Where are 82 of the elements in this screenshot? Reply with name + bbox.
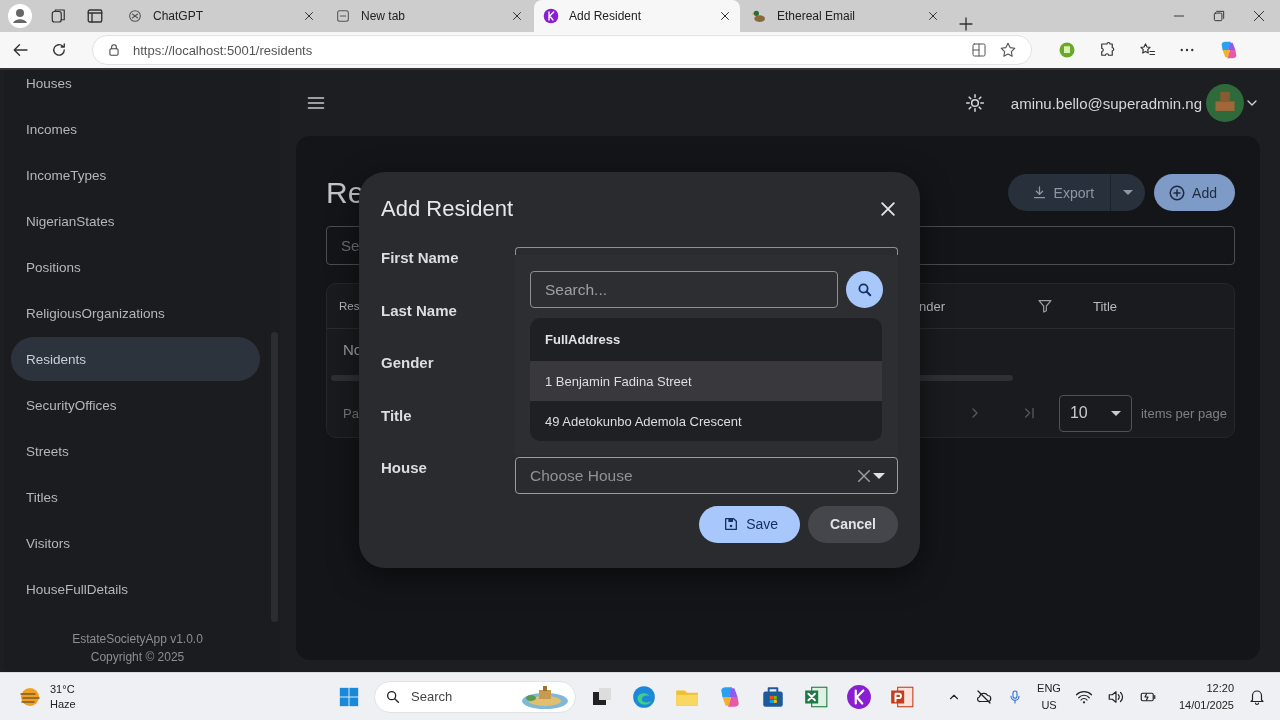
dropdown-option[interactable]: 49 Adetokunbo Ademola Crescent (530, 401, 882, 441)
close-icon[interactable] (878, 199, 898, 219)
refresh-icon[interactable] (50, 41, 68, 59)
weather-condition: Haze (50, 696, 76, 712)
sidebar-item[interactable]: SecurityOffices (11, 382, 260, 428)
star-icon[interactable] (999, 41, 1017, 59)
caret-icon (1123, 190, 1134, 195)
browser-tab[interactable]: New tab (326, 0, 532, 32)
sun-icon[interactable] (964, 93, 985, 113)
house-select[interactable]: Choose House (515, 457, 898, 494)
address-bar[interactable]: https://localhost:5001/residents (92, 35, 1032, 65)
app-logo-icon (543, 8, 559, 24)
field-label: Title (381, 405, 413, 426)
column-header[interactable]: Title (1093, 298, 1118, 314)
edge-icon[interactable] (631, 683, 657, 710)
page-icon (335, 8, 351, 24)
duck-icon (751, 8, 767, 24)
field-label: Last Name (381, 300, 458, 321)
close-icon[interactable] (511, 10, 523, 22)
sidebar-item[interactable]: NigerianStates (11, 198, 260, 244)
sidebar-item[interactable]: Positions (11, 244, 260, 290)
browser-tab[interactable]: ChatGPT (118, 0, 324, 32)
filter-icon[interactable] (1037, 298, 1053, 314)
temperature: 31°C (50, 681, 76, 697)
app-logo-icon[interactable] (846, 683, 872, 710)
sidebar-item[interactable]: Streets (11, 428, 260, 474)
tab-actions-icon[interactable] (86, 7, 104, 25)
page-size-label: items per page (1140, 405, 1227, 421)
split-screen-icon[interactable] (971, 42, 987, 58)
avatar-icon[interactable] (1206, 84, 1244, 122)
browser-tab[interactable]: Add Resident (534, 0, 740, 32)
chat-logo-icon (127, 8, 143, 24)
restore-icon[interactable] (1212, 9, 1226, 23)
column-header[interactable]: nder (919, 298, 1037, 314)
field-label: House (381, 458, 428, 478)
cancel-button[interactable]: Cancel (808, 505, 898, 543)
close-icon[interactable] (303, 10, 315, 22)
save-icon (723, 516, 740, 532)
profile-icon[interactable] (8, 4, 32, 28)
dropdown-option[interactable]: 1 Benjamin Fadina Street (530, 361, 882, 401)
clock[interactable]: 12:20 14/01/2025 (1178, 679, 1234, 714)
puzzle-icon[interactable] (1098, 41, 1116, 59)
field-label: Gender (381, 353, 435, 373)
language-indicator[interactable]: ENG US (1037, 679, 1061, 714)
sidebar-item[interactable]: HouseFullDetails (11, 566, 260, 612)
pager-text: Pa (343, 405, 359, 421)
add-button[interactable]: Add (1154, 174, 1235, 211)
search-icon (385, 688, 401, 705)
footer-text: EstateSocietyApp v1.0.0 (71, 631, 204, 648)
caret-icon (873, 472, 885, 479)
search-field[interactable]: Search... (530, 271, 839, 308)
sidebar-item[interactable]: Titles (11, 474, 260, 520)
sidebar-item[interactable]: Incomes (11, 106, 260, 152)
close-icon[interactable] (1252, 9, 1266, 23)
browser-tab[interactable]: Ethereal Email (742, 0, 948, 32)
list-header: FullAddress (544, 331, 622, 349)
search-icon (855, 280, 874, 299)
sidebar-item[interactable]: Residents (11, 337, 260, 381)
sidebar-item[interactable]: IncomeTypes (11, 152, 260, 198)
sidebar-item[interactable]: Visitors (11, 520, 260, 566)
close-icon[interactable] (719, 10, 731, 22)
save-button[interactable]: Save (699, 505, 801, 543)
field-label: First Name (381, 248, 460, 268)
lock-icon (107, 43, 121, 57)
close-icon[interactable] (927, 10, 939, 22)
taskbar-search[interactable]: Search (374, 680, 576, 713)
page-size-select[interactable]: 10 (1058, 394, 1132, 432)
user-email[interactable]: aminu.bello@superadmin.ng (1010, 94, 1202, 112)
sidebar-item[interactable]: Houses (11, 70, 260, 106)
search-button[interactable] (846, 271, 883, 308)
download-icon (1031, 185, 1047, 200)
back-icon[interactable] (12, 41, 30, 59)
dialog-title: Add Resident (381, 196, 515, 222)
windows-start-icon[interactable] (338, 685, 360, 708)
extension-badge-icon[interactable] (1058, 41, 1076, 59)
new-tab-icon[interactable] (958, 16, 974, 32)
caret-icon (1110, 410, 1121, 416)
workspaces-icon[interactable] (50, 7, 68, 25)
sidebar-item[interactable]: ReligiousOrganizations (11, 290, 260, 336)
plus-circle-icon (1168, 183, 1187, 202)
footer-text: Copyright © 2025 (89, 649, 186, 666)
notification-bell-icon[interactable] (1248, 687, 1266, 706)
